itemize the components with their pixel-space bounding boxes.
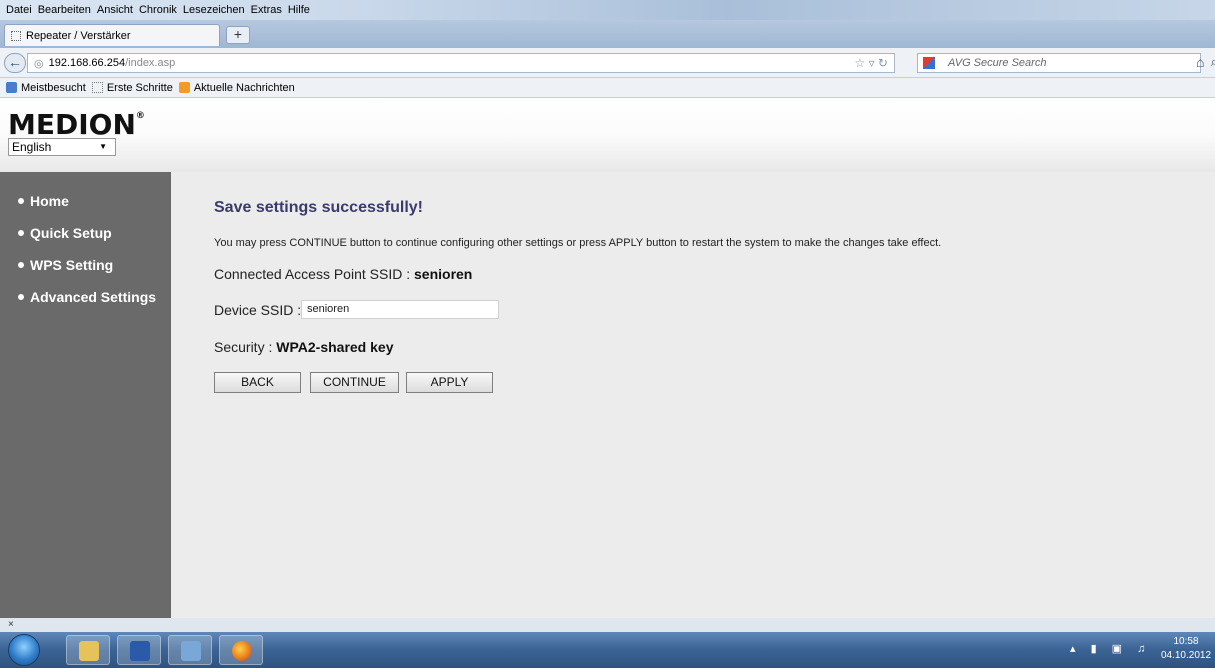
menu-extras[interactable]: Extras [251, 4, 282, 16]
info-text: You may press CONTINUE button to continu… [214, 237, 942, 249]
connected-ssid-row: Connected Access Point SSID : senioren [214, 266, 472, 282]
search-bar[interactable]: AVG Secure Search ⌕ [917, 53, 1215, 73]
sidebar-item-label: Advanced Settings [30, 289, 157, 305]
tab-title: Repeater / Verstärker [26, 29, 131, 42]
menu-bearbeiten[interactable]: Bearbeiten [38, 4, 91, 16]
language-select[interactable]: English ▼ [8, 138, 116, 156]
connected-ssid-value: senioren [414, 266, 473, 282]
bullet-icon [18, 230, 24, 236]
bookmark-label: Aktuelle Nachrichten [193, 81, 295, 94]
menu-bar: Datei Bearbeiten Ansicht Chronik Lesezei… [0, 0, 1215, 20]
language-value: English [12, 140, 52, 154]
address-bar[interactable]: ◎ 192.168.66.254 /index.asp ☆ ▿ ↻ [27, 53, 895, 73]
bookmark-aktuelle-nachrichten[interactable]: Aktuelle Nachrichten [178, 81, 295, 94]
control-panel-icon [181, 641, 201, 661]
tab-repeater[interactable]: Repeater / Verstärker [4, 24, 220, 46]
clock-date: 04.10.2012 [1160, 650, 1212, 661]
folder-icon [79, 641, 99, 661]
status-bar: × [0, 618, 1215, 632]
windows-taskbar: ▴ ▮ ▣ ♫ 10:58 04.10.2012 [0, 632, 1215, 668]
apply-button[interactable]: APPLY [406, 372, 493, 393]
firefox-icon [232, 641, 252, 661]
bookmark-erste-schritte[interactable]: Erste Schritte [91, 81, 173, 94]
page-header: MEDION® English ▼ [0, 98, 1215, 172]
navigation-bar: ← ◎ 192.168.66.254 /index.asp ☆ ▿ ↻ AVG … [0, 48, 1215, 78]
home-icon[interactable]: ⌂ [1196, 54, 1204, 70]
main-content: Save settings successfully! You may pres… [171, 172, 1215, 618]
menu-chronik[interactable]: Chronik [139, 4, 177, 16]
page-title: Save settings successfully! [214, 199, 423, 216]
taskbar-word[interactable] [117, 635, 161, 665]
security-label: Security : [214, 339, 277, 355]
tab-bar: Repeater / Verstärker + [0, 20, 1215, 48]
bullet-icon [18, 198, 24, 204]
connected-ssid-label: Connected Access Point SSID : [214, 266, 414, 282]
device-ssid-input[interactable]: senioren [301, 300, 499, 319]
globe-icon: ◎ [34, 57, 44, 70]
back-arrow-icon[interactable]: ← [4, 53, 26, 73]
sidebar-item-label: Quick Setup [30, 225, 112, 241]
menu-lesezeichen[interactable]: Lesezeichen [183, 4, 245, 16]
search-icon[interactable]: ⌕ [1211, 54, 1215, 70]
continue-button[interactable]: CONTINUE [310, 372, 399, 393]
security-row: Security : WPA2-shared key [214, 339, 393, 355]
taskbar-control-panel[interactable] [168, 635, 212, 665]
bookmark-meistbesucht[interactable]: Meistbesucht [6, 82, 86, 94]
page-icon [91, 82, 103, 93]
bookmarks-toolbar: Meistbesucht Erste Schritte Aktuelle Nac… [0, 78, 1215, 98]
sidebar-item-quick-setup[interactable]: Quick Setup [18, 225, 112, 241]
close-icon[interactable]: × [8, 619, 14, 630]
new-tab-button[interactable]: + [226, 26, 250, 44]
bookmark-star-icon[interactable]: ☆ ▿ ↻ [854, 56, 888, 70]
bookmark-label: Meistbesucht [21, 81, 86, 94]
rss-icon [178, 82, 190, 93]
device-ssid-label: Device SSID : [214, 302, 302, 318]
bookmark-label: Erste Schritte [106, 81, 173, 94]
menu-datei[interactable]: Datei [6, 4, 32, 16]
word-icon [130, 641, 150, 661]
taskbar-firefox[interactable] [219, 635, 263, 665]
url-host: 192.168.66.254 [48, 57, 126, 69]
url-path: /index.asp [125, 57, 176, 69]
sidebar-item-home[interactable]: Home [18, 193, 69, 209]
sidebar-item-advanced-settings[interactable]: Advanced Settings [18, 289, 156, 305]
logo-text: MEDION [8, 108, 136, 141]
menu-ansicht[interactable]: Ansicht [97, 4, 133, 16]
logo-registered-mark: ® [135, 111, 145, 121]
sidebar-item-label: WPS Setting [30, 257, 114, 273]
back-button[interactable]: BACK [214, 372, 301, 393]
search-placeholder: AVG Secure Search [948, 57, 1047, 69]
menu-hilfe[interactable]: Hilfe [288, 4, 310, 16]
page-favicon-icon [11, 30, 21, 41]
sidebar: Home Quick Setup WPS Setting Advanced Se… [0, 172, 171, 618]
clock[interactable]: 10:58 04.10.2012 [1160, 635, 1212, 663]
avg-logo-icon[interactable] [923, 57, 935, 69]
chevron-down-icon: ▼ [99, 142, 107, 151]
clock-time: 10:58 [1173, 636, 1199, 647]
most-visited-icon [6, 82, 17, 93]
start-button-icon[interactable] [8, 634, 40, 666]
taskbar-explorer[interactable] [66, 635, 110, 665]
bullet-icon [18, 294, 24, 300]
bullet-icon [18, 262, 24, 268]
sidebar-item-wps-setting[interactable]: WPS Setting [18, 257, 113, 273]
sidebar-item-label: Home [30, 193, 69, 209]
medion-logo: MEDION® [8, 108, 145, 141]
security-value: WPA2-shared key [276, 339, 394, 355]
system-tray[interactable]: ▴ ▮ ▣ ♫ [1070, 642, 1151, 655]
